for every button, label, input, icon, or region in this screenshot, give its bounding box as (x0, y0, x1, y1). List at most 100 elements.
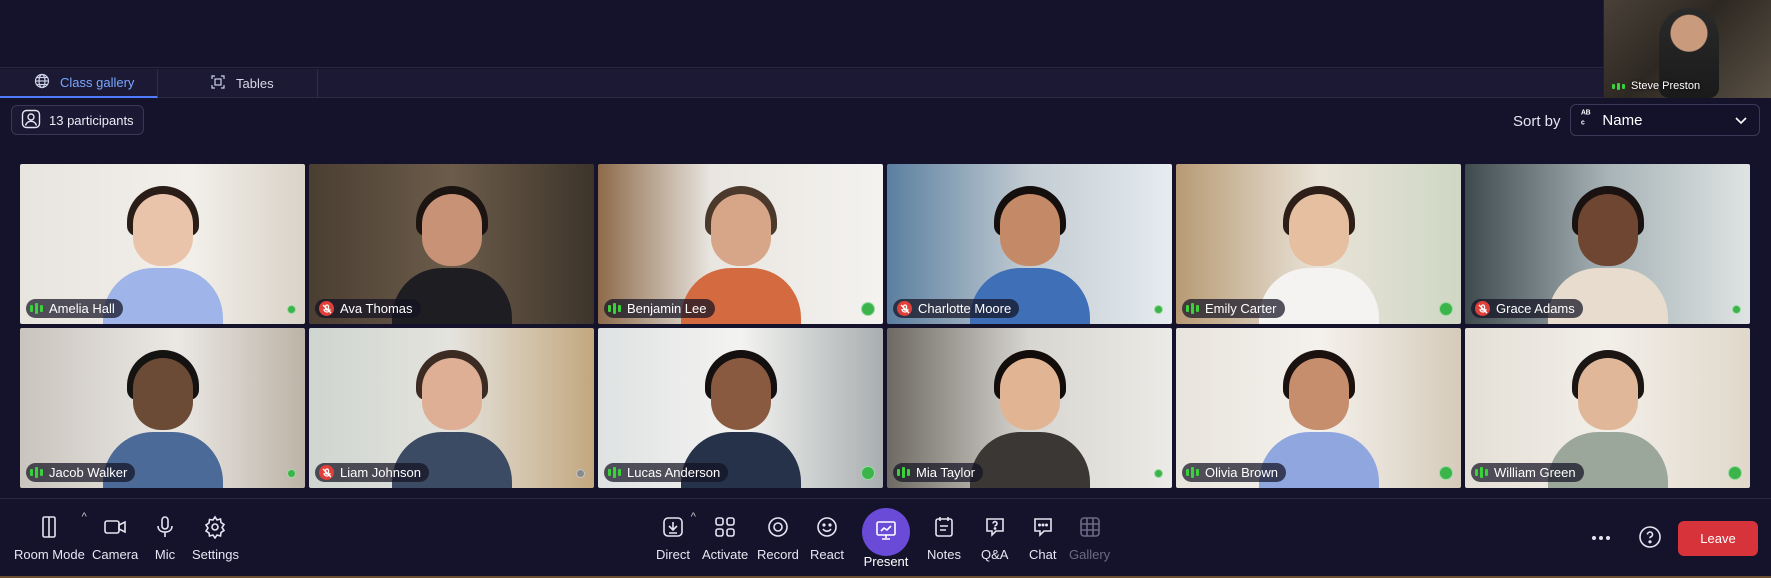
record-label: Record (757, 547, 799, 562)
settings-label: Settings (192, 547, 239, 562)
chat-icon (1031, 515, 1055, 542)
video-tile[interactable]: Charlotte Moore (887, 164, 1172, 324)
participant-label: Jacob Walker (26, 463, 136, 482)
audio-level-icon (1475, 467, 1488, 478)
tab-tables[interactable]: Tables (158, 69, 318, 98)
settings-button[interactable]: Settings (192, 515, 239, 562)
smiley-icon (815, 515, 839, 542)
present-label: Present (863, 554, 909, 569)
mic-muted-icon (1475, 301, 1490, 316)
alpha-sort-icon: ᴬᴮ ᶜ (1581, 109, 1591, 130)
tab-label: Class gallery (60, 75, 135, 90)
react-label: React (810, 547, 844, 562)
tab-label: Tables (236, 76, 274, 91)
participant-label: Ava Thomas (315, 299, 421, 318)
notes-button[interactable]: Notes (927, 515, 961, 562)
audio-level-icon (897, 467, 910, 478)
audio-level-icon (30, 303, 43, 314)
activate-icon (713, 515, 737, 542)
camera-button[interactable]: Camera (92, 515, 138, 562)
video-tile[interactable]: Mia Taylor (887, 328, 1172, 488)
camera-icon (103, 515, 127, 542)
video-tile[interactable]: Lucas Anderson (598, 328, 883, 488)
meeting-app: Class gallery Tables Steve Preston 13 pa… (0, 0, 1771, 578)
video-grid: Amelia Hall Ava Thomas Benjamin Lee Char… (20, 164, 1753, 488)
status-dot (1154, 469, 1163, 478)
participant-label: Amelia Hall (26, 299, 123, 318)
participant-name: William Green (1494, 465, 1576, 480)
video-tile[interactable]: Olivia Brown (1176, 328, 1461, 488)
record-icon (766, 515, 790, 542)
participant-name: Amelia Hall (49, 301, 115, 316)
participant-label: Lucas Anderson (604, 463, 729, 482)
caret-up-icon: ^ (690, 511, 696, 523)
globe-icon (34, 73, 50, 92)
gallery-button[interactable]: Gallery (1069, 515, 1110, 562)
sort-by-label: Sort by (1513, 113, 1561, 130)
mic-label: Mic (154, 547, 176, 562)
sort-select[interactable]: ᴬᴮ ᶜ Name (1570, 104, 1760, 136)
chat-button[interactable]: Chat (1029, 515, 1056, 562)
self-view[interactable]: Steve Preston (1603, 0, 1771, 98)
status-dot (287, 469, 296, 478)
participant-name: Grace Adams (1496, 301, 1575, 316)
video-tile[interactable]: Amelia Hall (20, 164, 305, 324)
status-dot (861, 466, 875, 480)
participant-name: Benjamin Lee (627, 301, 707, 316)
mic-icon (153, 515, 177, 542)
participant-name: Jacob Walker (49, 465, 128, 480)
more-options-icon[interactable] (1588, 528, 1614, 548)
direct-label: Direct (656, 547, 690, 562)
audio-level-icon (608, 303, 621, 314)
audio-level-icon (608, 467, 621, 478)
react-button[interactable]: React (810, 515, 844, 562)
participant-name: Liam Johnson (340, 465, 421, 480)
status-dot (861, 302, 875, 316)
chat-label: Chat (1029, 547, 1057, 562)
activate-label: Activate (702, 547, 749, 562)
status-dot (1728, 466, 1742, 480)
camera-label: Camera (92, 547, 139, 562)
direct-button[interactable]: ^ Direct (656, 511, 696, 562)
present-button[interactable] (862, 508, 910, 556)
participant-name: Lucas Anderson (627, 465, 721, 480)
audio-level-icon (1186, 467, 1199, 478)
caret-up-icon: ^ (81, 511, 87, 523)
participant-name: Charlotte Moore (918, 301, 1012, 316)
status-dot (1154, 305, 1163, 314)
audio-level-icon (30, 467, 43, 478)
present-icon (874, 518, 898, 547)
leave-button[interactable]: Leave (1678, 521, 1758, 556)
participants-count-button[interactable]: 13 participants (11, 105, 144, 135)
video-tile[interactable]: Ava Thomas (309, 164, 594, 324)
tab-class-gallery[interactable]: Class gallery (0, 69, 158, 98)
audio-level-icon (1186, 303, 1199, 314)
participant-name: Olivia Brown (1205, 465, 1278, 480)
help-icon[interactable] (1638, 525, 1662, 549)
video-tile[interactable]: William Green (1465, 328, 1750, 488)
video-tile[interactable]: Grace Adams (1465, 164, 1750, 324)
participant-label: Emily Carter (1182, 299, 1285, 318)
person-icon (21, 109, 41, 132)
tab-bar: Class gallery Tables (0, 69, 1771, 98)
participant-label: Grace Adams (1471, 299, 1583, 318)
mic-muted-icon (897, 301, 912, 316)
room-mode-button[interactable]: ^ Room Mode (14, 511, 87, 562)
participants-count: 13 participants (49, 112, 134, 128)
room-mode-icon (37, 515, 61, 542)
video-tile[interactable]: Jacob Walker (20, 328, 305, 488)
record-button[interactable]: Record (757, 515, 799, 562)
participant-label: William Green (1471, 463, 1584, 482)
video-tile[interactable]: Liam Johnson (309, 328, 594, 488)
status-dot (287, 305, 296, 314)
chevron-down-icon (1733, 112, 1749, 128)
activate-button[interactable]: Activate (702, 515, 748, 562)
status-dot (576, 469, 585, 478)
video-tile[interactable]: Benjamin Lee (598, 164, 883, 324)
video-tile[interactable]: Emily Carter (1176, 164, 1461, 324)
qa-button[interactable]: Q&A (981, 515, 1008, 562)
mic-button[interactable]: Mic (153, 515, 177, 562)
tables-icon (210, 74, 226, 93)
qa-label: Q&A (981, 547, 1009, 562)
grid-icon (1078, 515, 1102, 542)
